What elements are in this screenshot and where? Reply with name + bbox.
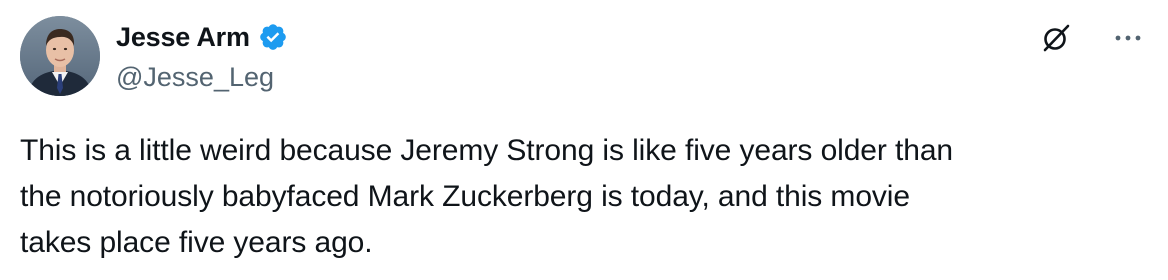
more-options-button[interactable]	[1104, 18, 1152, 58]
author-handle[interactable]: @Jesse_Leg	[116, 60, 274, 94]
more-options-icon	[1115, 35, 1141, 41]
tweet-text-line: takes place five years ago.	[20, 226, 373, 259]
avatar-image	[20, 16, 100, 96]
tweet[interactable]: Jesse Arm @Jesse_Leg This is a little we…	[0, 0, 1168, 280]
author-name-row[interactable]: Jesse Arm	[116, 20, 288, 54]
author-display-name[interactable]: Jesse Arm	[116, 20, 250, 54]
grok-button[interactable]	[1036, 18, 1076, 58]
tweet-text-line: the notoriously babyfaced Mark Zuckerber…	[20, 180, 910, 213]
tweet-text: This is a little weird because Jeremy St…	[20, 128, 1140, 266]
verified-badge-icon[interactable]	[258, 22, 288, 52]
tweet-text-line: This is a little weird because Jeremy St…	[20, 134, 954, 167]
avatar[interactable]	[20, 16, 100, 96]
grok-icon	[1043, 24, 1070, 52]
